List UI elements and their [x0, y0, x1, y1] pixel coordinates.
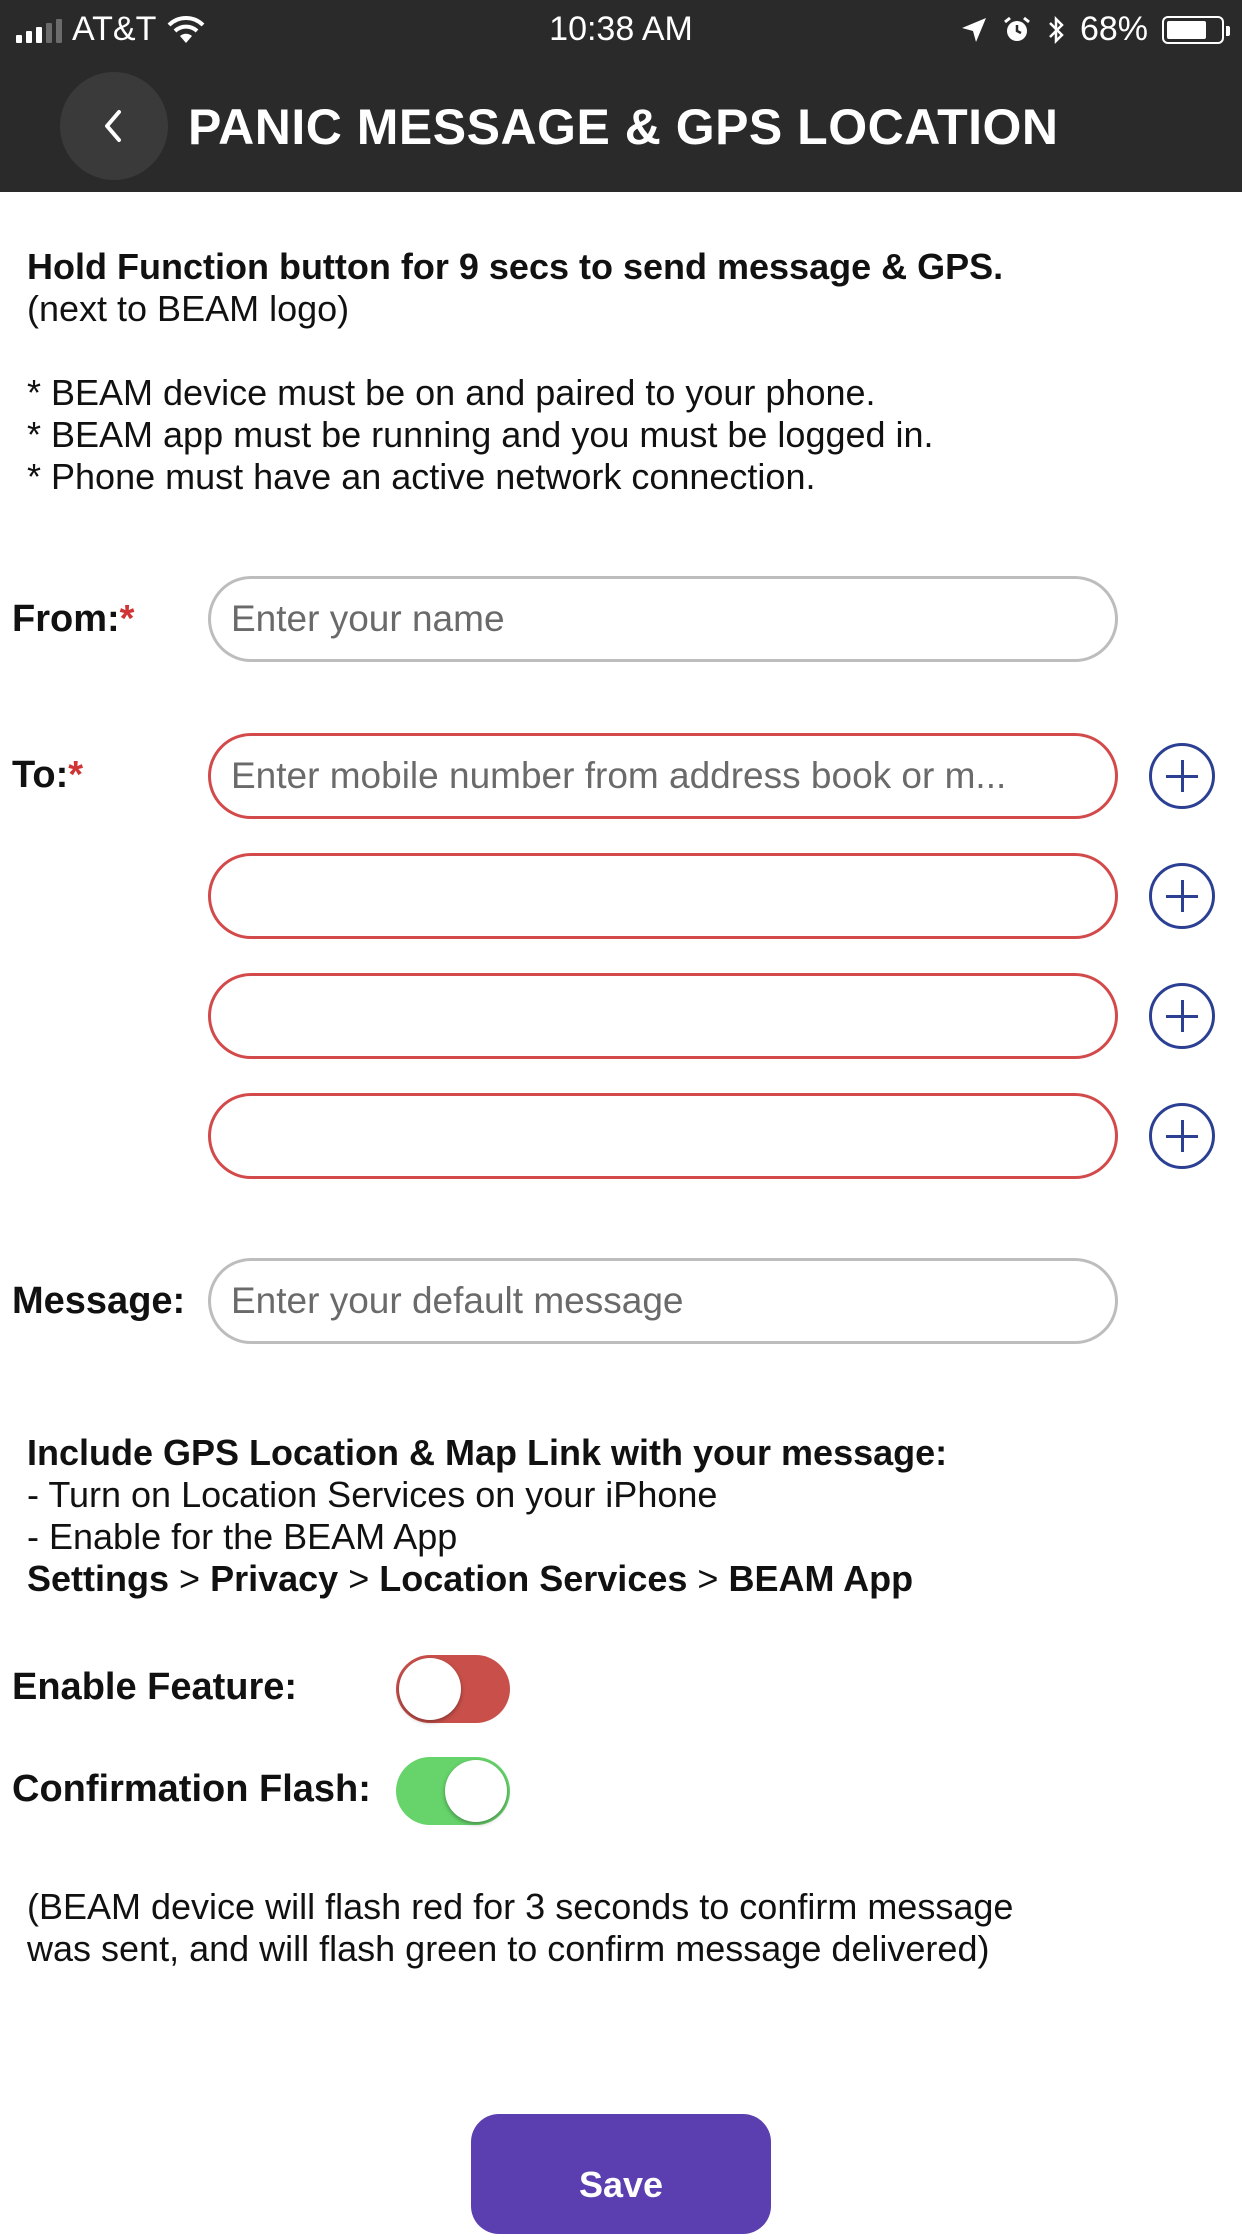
flash-note-line: was sent, and will flash green to confir… — [27, 1928, 990, 1969]
intro-heading: Hold Function button for 9 secs to send … — [27, 246, 1004, 287]
to-recipient-input-2[interactable] — [208, 853, 1118, 939]
add-contact-button-2[interactable] — [1149, 863, 1215, 929]
required-asterisk: * — [119, 598, 135, 640]
requirement-item: * BEAM app must be running and you must … — [27, 414, 934, 455]
alarm-icon — [1004, 16, 1030, 41]
to-recipient-input-4[interactable] — [208, 1093, 1118, 1179]
required-asterisk: * — [68, 754, 84, 796]
confirmation-flash-toggle[interactable] — [396, 1757, 510, 1825]
gps-step: - Turn on Location Services on your iPho… — [27, 1474, 718, 1515]
save-button[interactable]: Save — [471, 2114, 771, 2234]
intro-subheading: (next to BEAM logo) — [27, 288, 350, 329]
to-recipient-input-1[interactable] — [208, 733, 1118, 819]
to-recipient-input-3[interactable] — [208, 973, 1118, 1059]
add-contact-button-4[interactable] — [1149, 1103, 1215, 1169]
from-name-input[interactable] — [208, 576, 1118, 662]
enable-feature-toggle[interactable] — [396, 1655, 510, 1723]
to-label: To:* — [12, 754, 84, 796]
status-bar: AT&T 10:38 AM 68% — [0, 0, 1242, 60]
confirmation-flash-label: Confirmation Flash: — [12, 1768, 371, 1810]
nav-bar: PANIC MESSAGE & GPS LOCATION — [0, 60, 1242, 192]
location-arrow-icon — [961, 17, 986, 42]
battery-icon — [1162, 15, 1230, 44]
from-label: From:* — [12, 598, 135, 640]
settings-path: Settings > Privacy > Location Services >… — [27, 1558, 914, 1599]
gps-heading: Include GPS Location & Map Link with you… — [27, 1432, 948, 1473]
bluetooth-icon — [1049, 15, 1064, 44]
enable-feature-label: Enable Feature: — [12, 1666, 298, 1708]
add-contact-button-3[interactable] — [1149, 983, 1215, 1049]
requirement-item: * BEAM device must be on and paired to y… — [27, 372, 876, 413]
back-button[interactable] — [60, 72, 168, 180]
add-contact-button-1[interactable] — [1149, 743, 1215, 809]
page-title: PANIC MESSAGE & GPS LOCATION — [188, 99, 1059, 155]
message-label: Message: — [12, 1280, 186, 1322]
gps-step: - Enable for the BEAM App — [27, 1516, 458, 1557]
message-input[interactable] — [208, 1258, 1118, 1344]
status-right: 68% — [960, 10, 1230, 49]
requirement-item: * Phone must have an active network conn… — [27, 456, 816, 497]
battery-percent: 68% — [1079, 10, 1148, 48]
flash-note-line: (BEAM device will flash red for 3 second… — [27, 1886, 1014, 1927]
chevron-left-icon — [105, 110, 121, 142]
